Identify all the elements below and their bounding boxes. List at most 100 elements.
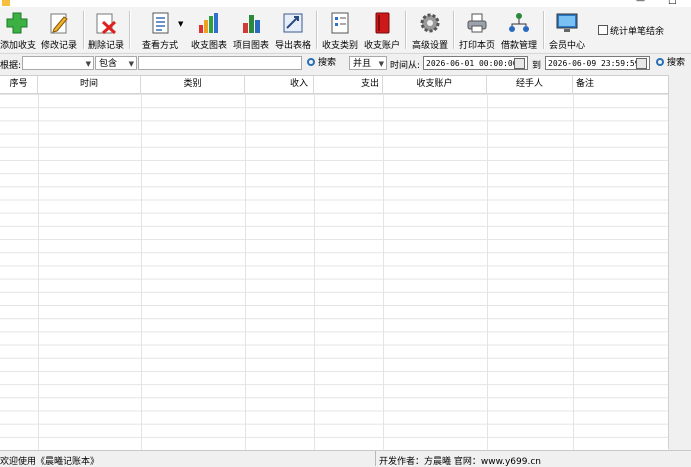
column-divider <box>487 94 488 450</box>
app-icon <box>2 0 10 6</box>
search-time-label: 搜索 <box>667 58 686 68</box>
time-from-label: 时间从: <box>390 61 421 71</box>
filter-field-select[interactable]: ▼ <box>22 56 94 70</box>
monitor-icon <box>556 13 578 32</box>
column-header-expense[interactable]: 支出 <box>314 76 383 93</box>
export-table-button[interactable]: 导出表格 <box>274 7 312 52</box>
calendar-icon[interactable] <box>636 58 647 69</box>
view-mode-button[interactable]: 查看方式 <box>135 7 185 52</box>
network-icon <box>509 13 529 32</box>
loan-management-button[interactable]: 借款管理 <box>500 7 538 52</box>
print-page-label: 打印本页 <box>458 41 495 51</box>
edit-record-label: 修改记录 <box>40 41 77 51</box>
logic-select[interactable]: 并且 ▼ <box>349 56 387 70</box>
delete-icon <box>96 13 117 35</box>
document-list-icon <box>152 12 169 34</box>
column-divider <box>141 94 142 450</box>
income-expense-account-label: 收支账户 <box>363 41 400 51</box>
column-divider <box>245 94 246 450</box>
edit-record-button[interactable]: 修改记录 <box>40 7 78 52</box>
toolbar-separator <box>543 11 545 49</box>
advanced-settings-label: 高级设置 <box>411 41 448 51</box>
column-header-handler[interactable]: 经手人 <box>487 76 573 93</box>
project-chart-button[interactable]: 项目图表 <box>232 7 270 52</box>
income-expense-category-button[interactable]: 收支类别 <box>321 7 359 52</box>
advanced-settings-button[interactable]: 高级设置 <box>410 7 450 52</box>
table-header: 序号 时间 类别 收入 支出 收支账户 经手人 备注 <box>0 76 668 94</box>
loan-management-label: 借款管理 <box>500 41 537 51</box>
time-from-value: 2026-06-01 00:00:00 <box>426 59 518 68</box>
export-icon <box>283 13 303 33</box>
edit-icon <box>50 13 68 34</box>
time-to-value: 2026-06-09 23:59:59 <box>548 59 640 68</box>
column-header-account[interactable]: 收支账户 <box>383 76 487 93</box>
member-center-button[interactable]: 会员中心 <box>547 7 587 52</box>
income-expense-category-label: 收支类别 <box>321 41 358 51</box>
welcome-text: 欢迎使用《晨曦记账本》 <box>0 457 100 467</box>
chevron-down-icon: ▼ <box>378 60 384 68</box>
table-body <box>0 94 668 450</box>
delete-record-button[interactable]: 删除记录 <box>88 7 124 52</box>
column-header-time[interactable]: 时间 <box>38 76 141 93</box>
checkbox-box[interactable] <box>598 25 608 35</box>
to-label: 到 <box>532 61 542 71</box>
toolbar-separator <box>316 11 318 49</box>
toolbar-separator <box>129 11 131 49</box>
maximize-button[interactable]: □ <box>668 0 677 6</box>
toolbar-separator <box>405 11 407 49</box>
column-divider <box>573 94 574 450</box>
income-expense-chart-button[interactable]: 收支图表 <box>190 7 228 52</box>
toolbar-separator <box>83 11 85 49</box>
column-divider <box>38 94 39 450</box>
chevron-down-icon[interactable]: ▼ <box>178 20 183 28</box>
printer-icon <box>467 13 487 33</box>
status-bar: 欢迎使用《晨曦记账本》 开发作者：方晨曦 官网：www.y699.cn <box>0 450 691 467</box>
stat-single-balance-label: 统计单笔结余 <box>610 27 665 37</box>
search-icon <box>656 58 664 66</box>
vertical-scrollbar[interactable] <box>668 75 691 449</box>
add-record-button[interactable]: 添加收支 <box>0 7 37 52</box>
income-expense-chart-label: 收支图表 <box>190 41 227 51</box>
bar-3d-chart-icon <box>243 15 260 33</box>
print-page-button[interactable]: 打印本页 <box>458 7 496 52</box>
view-mode-label: 查看方式 <box>141 41 178 51</box>
project-chart-label: 项目图表 <box>232 41 269 51</box>
keyword-input[interactable] <box>138 56 302 70</box>
member-center-label: 会员中心 <box>548 41 585 51</box>
search-time-button[interactable]: 搜索 <box>656 56 685 71</box>
match-mode-value: 包含 <box>99 59 118 69</box>
column-header-category[interactable]: 类别 <box>141 76 245 93</box>
toolbar-separator <box>453 11 455 49</box>
stat-single-balance-checkbox[interactable]: 统计单笔结余 <box>598 24 664 37</box>
category-list-icon <box>331 12 349 34</box>
search-icon <box>307 58 315 66</box>
time-from-picker[interactable]: 2026-06-01 00:00:00 <box>423 56 528 70</box>
plus-icon <box>6 12 28 34</box>
column-header-note[interactable]: 备注 <box>573 76 668 93</box>
match-mode-select[interactable]: 包含 ▼ <box>95 56 137 70</box>
minimize-button[interactable]: — <box>636 0 645 6</box>
search-label: 搜索 <box>318 58 337 68</box>
calendar-icon[interactable] <box>514 58 525 69</box>
search-button[interactable]: 搜索 <box>307 56 336 71</box>
column-header-income[interactable]: 收入 <box>245 76 314 93</box>
column-header-index[interactable]: 序号 <box>0 76 38 93</box>
column-divider <box>383 94 384 450</box>
title-bar: — □ <box>0 0 691 7</box>
delete-record-label: 删除记录 <box>88 41 125 51</box>
export-table-label: 导出表格 <box>274 41 311 51</box>
account-book-icon <box>375 12 390 34</box>
gear-icon <box>420 13 440 33</box>
developer-text: 开发作者：方晨曦 官网：www.y699.cn <box>375 451 541 467</box>
column-divider <box>314 94 315 450</box>
chevron-down-icon: ▼ <box>128 60 134 68</box>
income-expense-account-button[interactable]: 收支账户 <box>363 7 401 52</box>
filter-bar: 根据: ▼ 包含 ▼ 搜索 并且 ▼ 时间从: 2026-06-01 00:00:0… <box>0 53 691 75</box>
add-record-label: 添加收支 <box>0 41 37 51</box>
chevron-down-icon: ▼ <box>85 60 91 68</box>
toolbar: 添加收支 修改记录 删除记录 查看方式 ▼ 收支图表 项目图表 导出表格 收支类… <box>0 7 691 52</box>
records-table[interactable]: 序号 时间 类别 收入 支出 收支账户 经手人 备注 <box>0 75 668 450</box>
logic-value: 并且 <box>353 59 372 69</box>
time-to-picker[interactable]: 2026-06-09 23:59:59 <box>545 56 650 70</box>
filter-by-label: 根据: <box>0 61 22 71</box>
